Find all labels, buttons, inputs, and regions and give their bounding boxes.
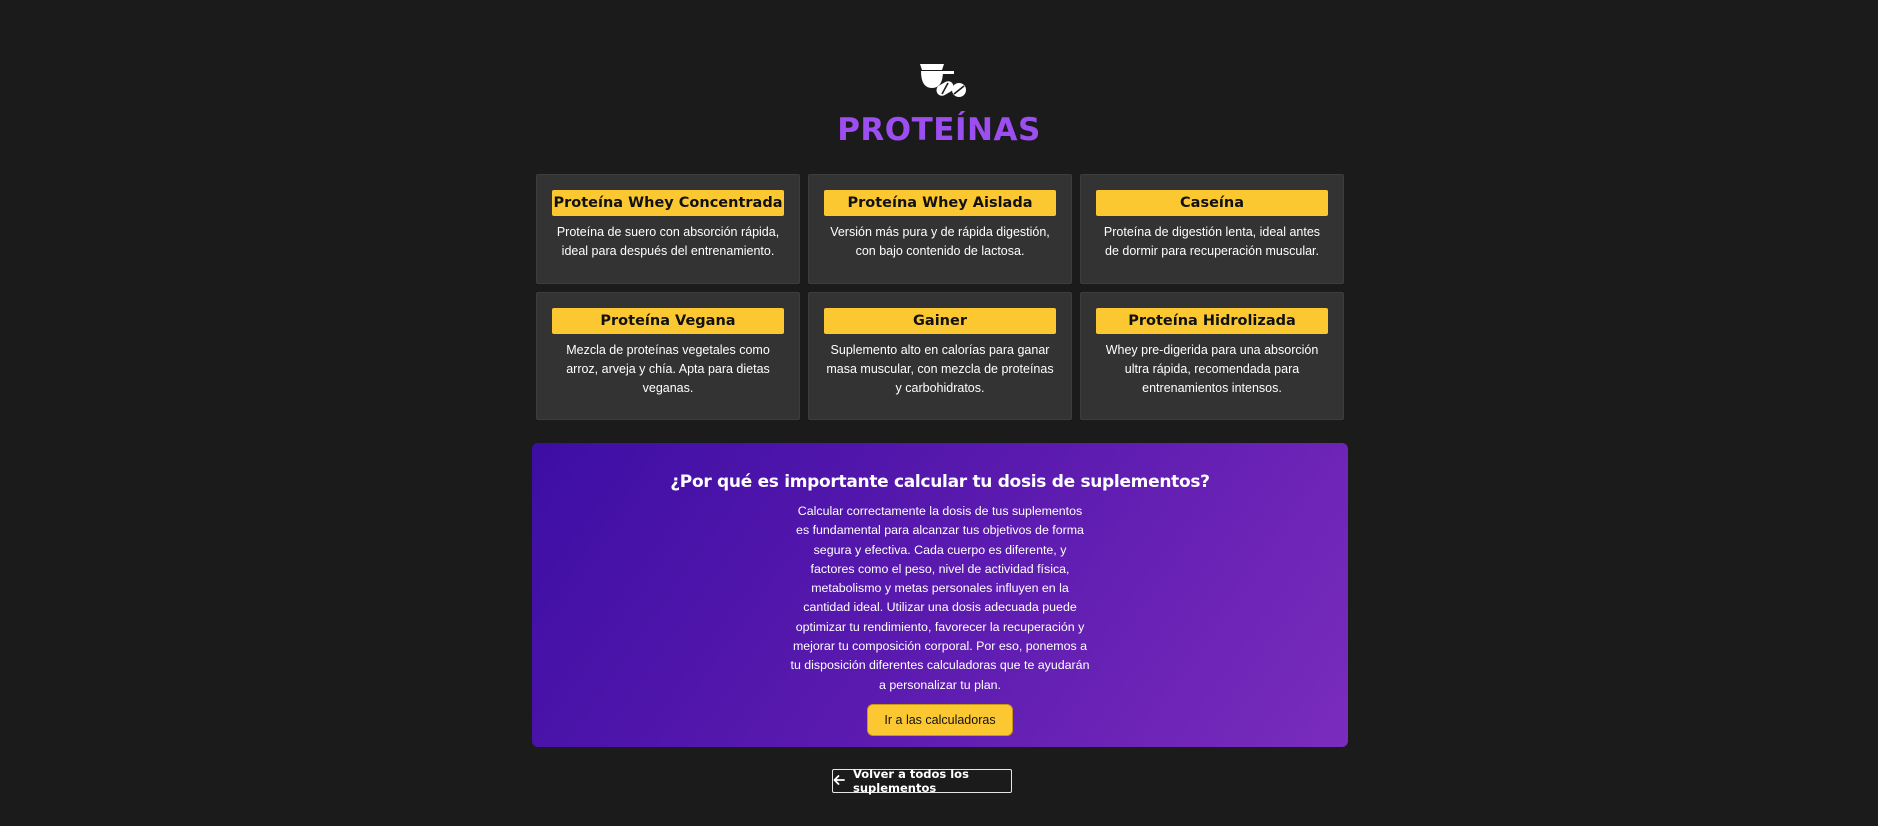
back-to-supplements-button[interactable]: Volver a todos los suplementos — [832, 767, 1012, 795]
card-description: Proteína de suero con absorción rápida, … — [556, 225, 780, 258]
protein-card: Gainer Suplemento alto en calorías para … — [808, 292, 1072, 420]
dosage-info-panel: ¿Por qué es importante calcular tu dosis… — [532, 443, 1348, 747]
card-title: Gainer — [824, 308, 1056, 334]
supplements-scoop-pills-icon — [912, 58, 966, 100]
card-title: Proteína Hidrolizada — [1096, 308, 1328, 334]
protein-card: Proteína Whey Aislada Versión más pura y… — [808, 174, 1072, 284]
card-title: Caseína — [1096, 190, 1328, 216]
card-description: Versión más pura y de rápida digestión, … — [830, 225, 1050, 258]
calculators-button[interactable]: Ir a las calculadoras — [867, 703, 1013, 736]
arrow-left-icon — [833, 774, 845, 788]
card-description: Mezcla de proteínas vegetales como arroz… — [566, 343, 770, 395]
back-button-label: Volver a todos los suplementos — [853, 767, 969, 795]
protein-card-grid: Proteína Whey Concentrada Proteína de su… — [536, 174, 1344, 420]
card-description: Whey pre-digerida para una absorción ult… — [1105, 343, 1319, 395]
protein-card: Caseína Proteína de digestión lenta, ide… — [1080, 174, 1344, 284]
card-description: Proteína de digestión lenta, ideal antes… — [1103, 225, 1321, 258]
card-description: Suplemento alto en calorías para ganar m… — [826, 343, 1054, 395]
protein-card: Proteína Whey Concentrada Proteína de su… — [536, 174, 800, 284]
dosage-info-text: Calcular correctamente la dosis de tus s… — [790, 504, 1090, 692]
protein-card: Proteína Vegana Mezcla de proteínas vege… — [536, 292, 800, 420]
card-title: Proteína Whey Aislada — [824, 190, 1056, 216]
page-title: PROTEÍNAS — [837, 112, 1041, 148]
page-header — [0, 58, 1878, 105]
dosage-info-title: ¿Por qué es importante calcular tu dosis… — [670, 472, 1210, 492]
card-title: Proteína Vegana — [552, 308, 784, 334]
card-title: Proteína Whey Concentrada — [552, 190, 784, 216]
protein-card: Proteína Hidrolizada Whey pre-digerida p… — [1080, 292, 1344, 420]
